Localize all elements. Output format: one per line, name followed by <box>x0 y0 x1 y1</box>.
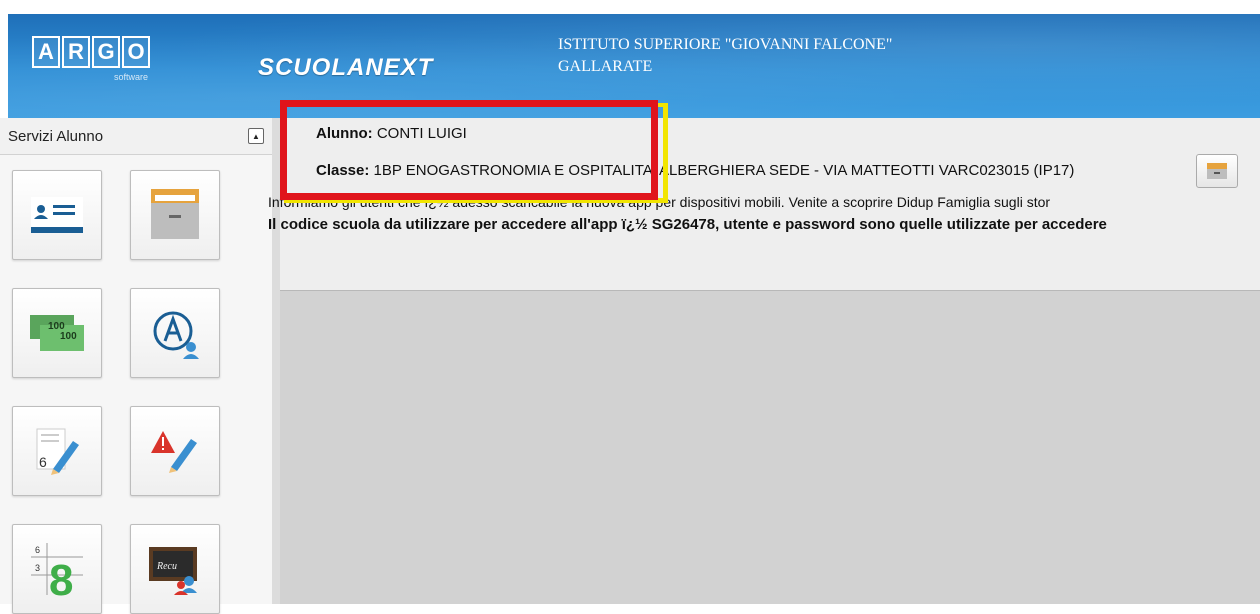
notice-line-2: Il codice scuola da utilizzare per acced… <box>268 216 1107 233</box>
red-highlight-box <box>280 100 658 200</box>
brand-title: SCUOLANEXT <box>258 54 434 81</box>
tile-anagrafe[interactable] <box>12 170 102 260</box>
school-name: ISTITUTO SUPERIORE "GIOVANNI FALCONE" <box>558 36 893 53</box>
main-content-area <box>280 291 1260 604</box>
scrutinio-small-b: 3 <box>35 563 40 573</box>
tile-assenze[interactable] <box>130 288 220 378</box>
scrutinio-small-a: 6 <box>35 545 40 555</box>
print-button[interactable] <box>1196 154 1238 188</box>
recovery-board-icon: Recu <box>149 547 197 595</box>
collapse-button[interactable]: ▲ <box>248 128 264 144</box>
logo-subtitle: software <box>113 72 148 82</box>
drawer-icon <box>151 189 199 239</box>
logo-letter: G <box>92 36 120 68</box>
tile-scrutinio[interactable]: 6 3 8 <box>12 524 102 614</box>
school-city: GALLARATE <box>558 58 653 75</box>
tile-recupero[interactable]: Recu <box>130 524 220 614</box>
voti-number: 6 <box>39 454 47 470</box>
sidebar-header: Servizi Alunno ▲ <box>0 118 272 155</box>
sidebar-title: Servizi Alunno <box>8 127 104 145</box>
logo-letter: O <box>122 36 150 68</box>
money-icon: 100 100 <box>30 315 84 351</box>
recupero-board-text: Recu <box>156 561 177 572</box>
tile-tasse[interactable]: 100 100 <box>12 288 102 378</box>
service-tiles: 100 100 6 6 3 8 Recu <box>12 170 220 614</box>
logo-letter: R <box>62 36 90 68</box>
scrutinio-icon: 6 3 8 <box>31 543 83 599</box>
student-card-icon <box>31 197 83 233</box>
money-value-b: 100 <box>60 331 77 342</box>
tile-archivio[interactable] <box>130 170 220 260</box>
absence-icon <box>153 311 199 359</box>
argo-logo[interactable]: A R G O software <box>32 36 152 98</box>
sidebar: Servizi Alunno ▲ 100 100 6 6 3 8 Recu <box>0 118 280 614</box>
tile-voti[interactable]: 6 <box>12 406 102 496</box>
tile-note[interactable] <box>130 406 220 496</box>
school-info: ISTITUTO SUPERIORE "GIOVANNI FALCONE" GA… <box>558 34 892 78</box>
print-icon <box>1207 163 1227 179</box>
warning-pencil-icon <box>151 431 197 473</box>
grade-pencil-icon: 6 <box>36 428 79 475</box>
scrutinio-big: 8 <box>49 556 73 599</box>
logo-letter: A <box>32 36 60 68</box>
logo-letters: A R G O <box>32 36 152 68</box>
